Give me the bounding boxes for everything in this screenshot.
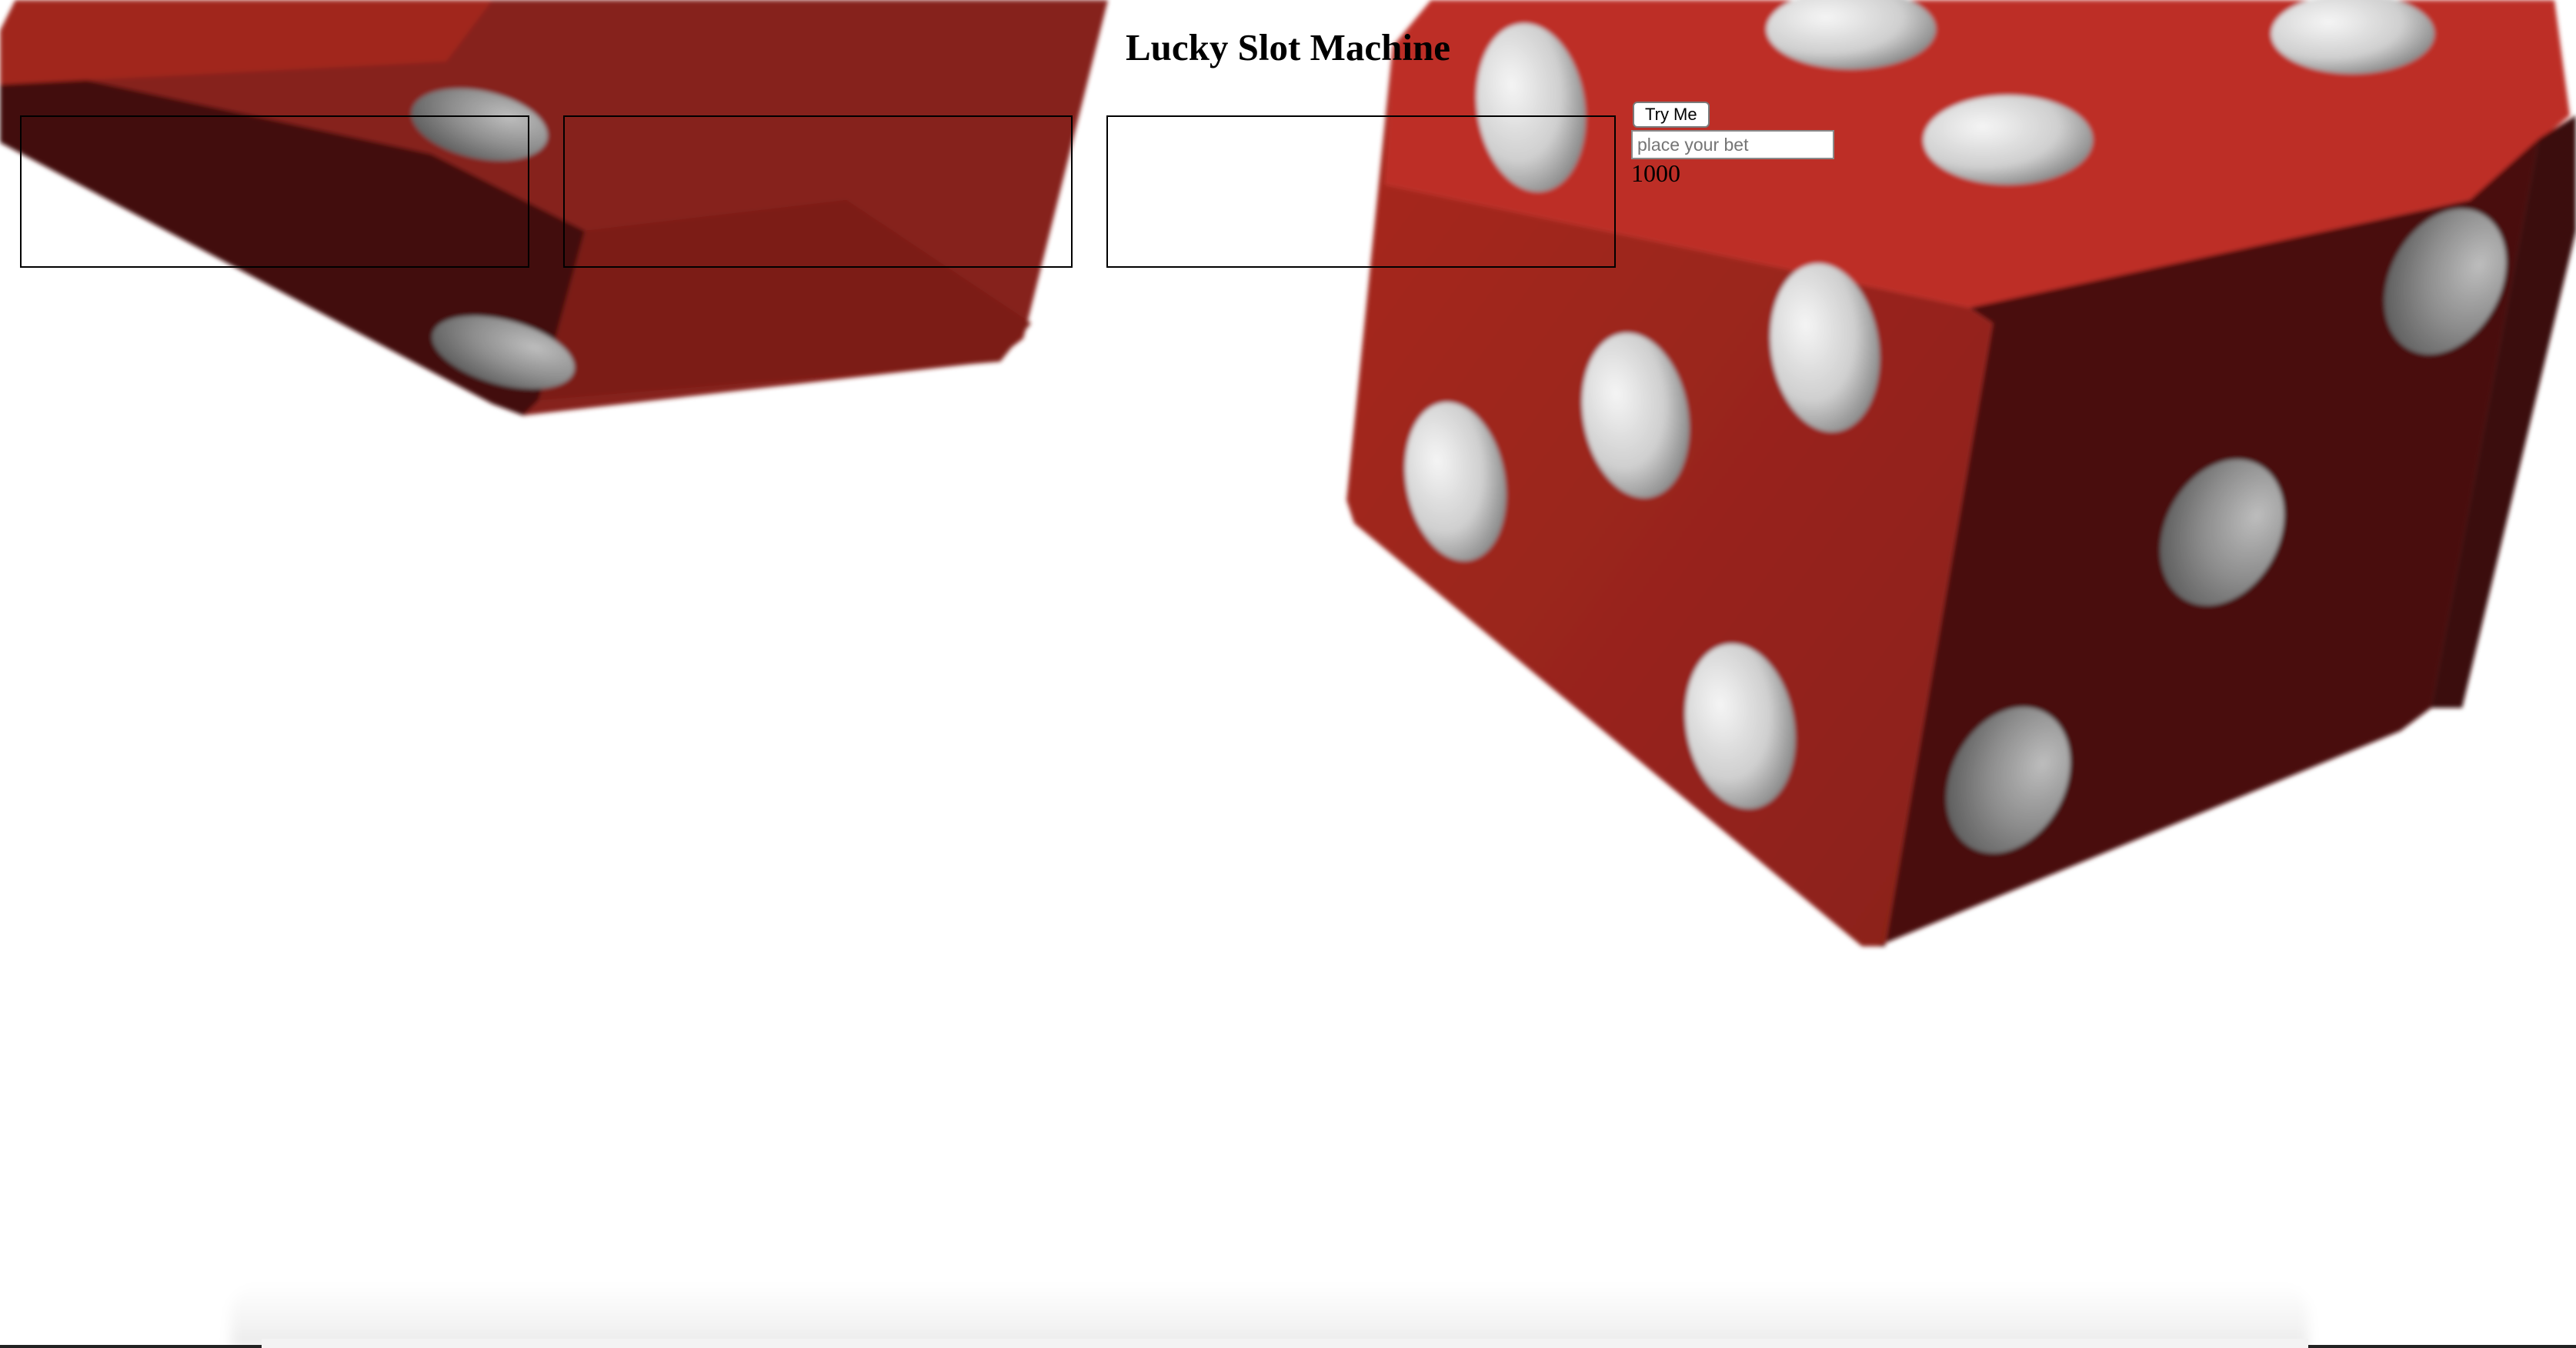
bet-controls: Try Me 1000 <box>1631 102 1834 187</box>
bet-input[interactable] <box>1631 130 1834 159</box>
bottom-border-highlight <box>262 1339 2308 1348</box>
slot-reel-2 <box>563 115 1073 268</box>
slot-reel-3 <box>1106 115 1616 268</box>
balance-display: 1000 <box>1631 159 1680 187</box>
page-title: Lucky Slot Machine <box>1126 26 1450 68</box>
slot-machine-page: Lucky Slot Machine Try Me 1000 <box>0 0 2576 1348</box>
try-me-button[interactable]: Try Me <box>1633 102 1710 128</box>
slot-reel-1 <box>20 115 529 268</box>
